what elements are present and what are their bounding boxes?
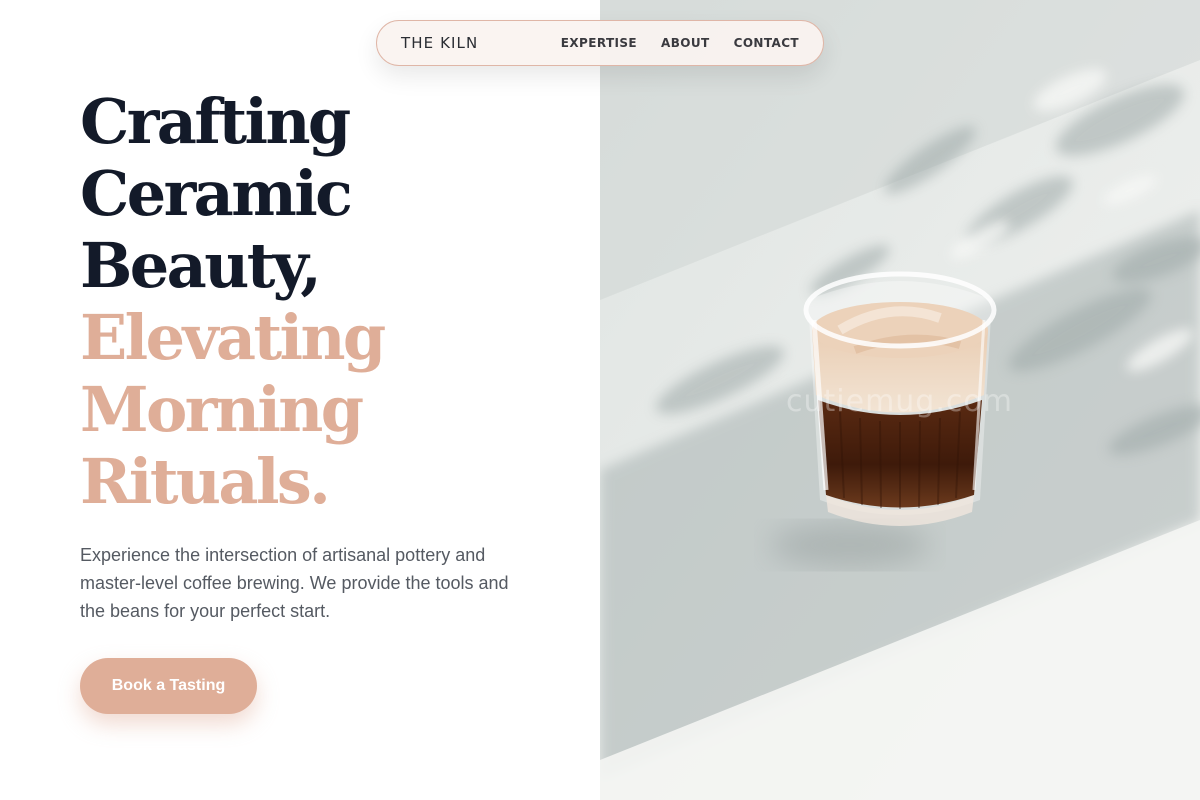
nav-link-expertise[interactable]: EXPERTISE — [561, 36, 637, 50]
headline-accent-line: Rituals. — [80, 445, 331, 518]
hero-headline: Crafting Ceramic Beauty, Elevating Morni… — [80, 86, 600, 518]
book-tasting-button[interactable]: Book a Tasting — [80, 658, 257, 714]
nav-links: EXPERTISE ABOUT CONTACT — [561, 36, 799, 50]
headline-accent-line: Morning — [80, 373, 364, 446]
headline-line: Ceramic — [80, 157, 353, 230]
top-navbar: THE KILN EXPERTISE ABOUT CONTACT — [376, 20, 824, 66]
image-watermark: cutiemug.com — [786, 384, 1013, 419]
headline-line: Crafting — [80, 85, 351, 158]
hero-subtext: Experience the intersection of artisanal… — [80, 545, 509, 621]
nav-link-about[interactable]: ABOUT — [661, 36, 710, 50]
brand-logo[interactable]: THE KILN — [401, 34, 478, 52]
hero-image: cutiemug.com — [600, 0, 1200, 800]
headline-line: Beauty, — [80, 229, 322, 302]
nav-link-contact[interactable]: CONTACT — [734, 36, 799, 50]
headline-accent-line: Elevating — [80, 301, 386, 374]
